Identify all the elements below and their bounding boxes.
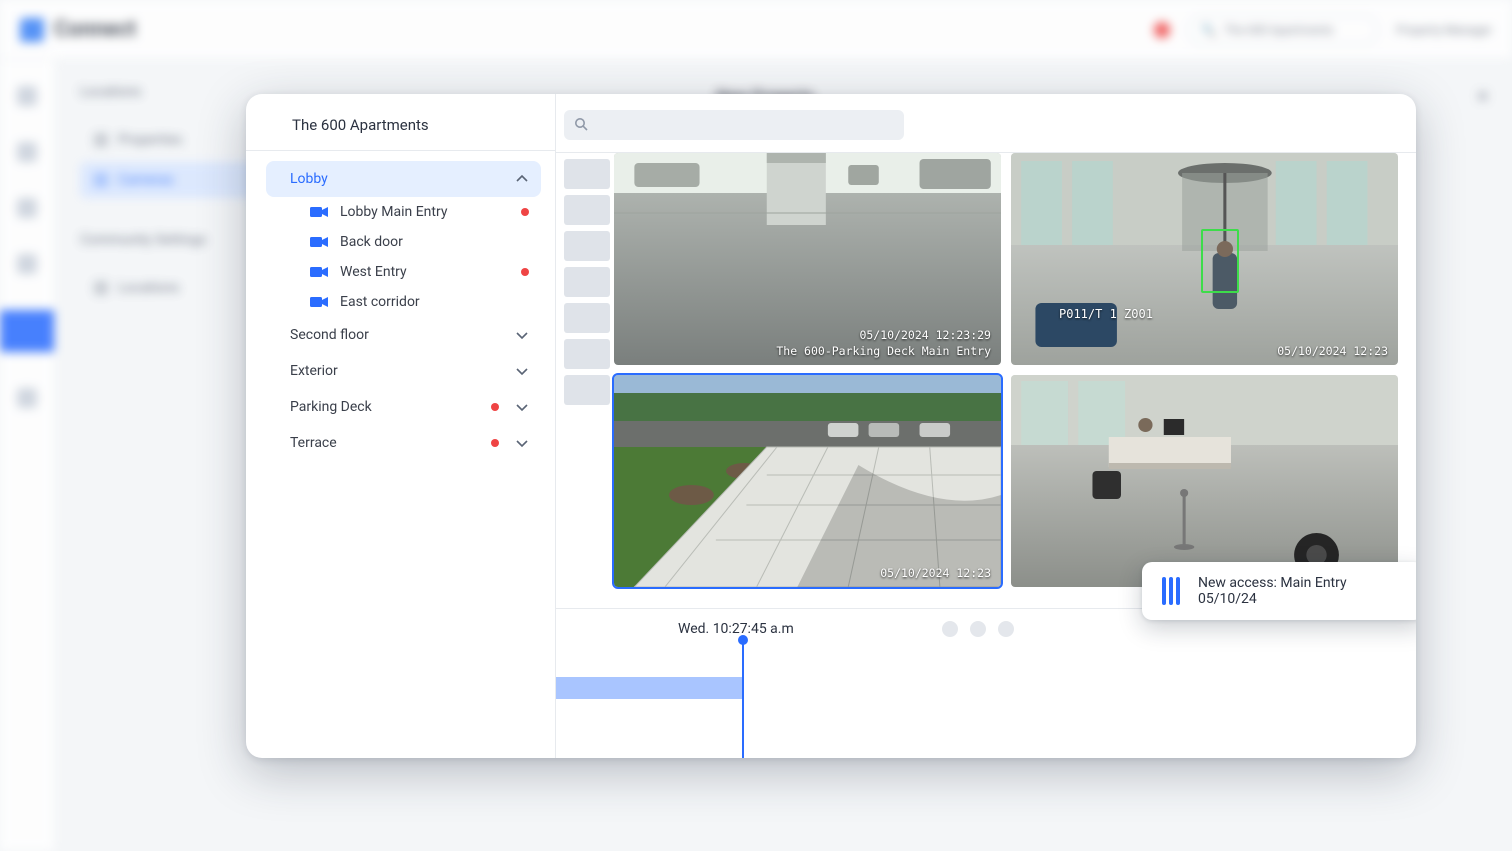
search-icon (574, 116, 588, 135)
feed-overlay: 05/10/2024 12:23:29 The 600-Parking Deck… (776, 327, 991, 359)
group-label: Terrace (290, 435, 337, 451)
timeline-control-button[interactable] (998, 621, 1014, 637)
chevron-up-icon (515, 172, 529, 186)
side-row-label: Cameras (118, 172, 174, 188)
feed-tile-lobby-desk[interactable] (1011, 375, 1398, 587)
timeline-control-button[interactable] (970, 621, 986, 637)
global-search[interactable]: 🔍 The 600 Apartments (1188, 15, 1378, 45)
camera-label: Lobby Main Entry (340, 204, 447, 220)
chevron-down-icon (515, 328, 529, 342)
timeline-control-button[interactable] (942, 621, 958, 637)
thumbnail[interactable] (564, 195, 610, 225)
brand-name: Connect (54, 17, 136, 42)
side-row-label: Properties (118, 132, 182, 148)
building-icon (94, 133, 108, 147)
camera-label: West Entry (340, 264, 407, 280)
thumbnail[interactable] (564, 375, 610, 405)
group-label: Second floor (290, 327, 369, 343)
feed-tile-main-entry-walk[interactable]: 05/10/2024 12:23 (614, 375, 1001, 587)
group-terrace[interactable]: Terrace (266, 425, 541, 461)
search-icon: 🔍 (1201, 23, 1216, 37)
feed-overlay: 05/10/2024 12:23 (880, 565, 991, 581)
close-icon[interactable]: ✕ (1476, 87, 1492, 103)
rail-item-2[interactable] (17, 142, 37, 162)
alert-dot-icon (491, 439, 499, 447)
camera-icon (310, 295, 328, 309)
group-label: Exterior (290, 363, 338, 379)
group-second-floor[interactable]: Second floor (266, 317, 541, 353)
feeds-panel: 05/10/2024 12:23:29 The 600-Parking Deck… (556, 94, 1416, 758)
timeline-track[interactable] (556, 677, 1416, 699)
brand-logo: Connect (20, 17, 136, 42)
feed-tile-lobby-revolving[interactable]: P011/T 1 Z001 05/10/2024 12:23 (1011, 153, 1398, 365)
rail-item-6[interactable] (17, 388, 37, 408)
feed-timestamp: 05/10/2024 12:23 (1277, 343, 1388, 359)
alert-dot-icon (491, 403, 499, 411)
camera-icon (310, 235, 328, 249)
rail-item-active[interactable] (0, 310, 54, 352)
notification-dot-icon[interactable] (1154, 22, 1170, 38)
alert-dot-icon (521, 268, 529, 276)
access-icon (1160, 577, 1184, 605)
thumbnail[interactable] (564, 159, 610, 189)
rail-item-4[interactable] (17, 254, 37, 274)
camera-lobby-main-entry[interactable]: Lobby Main Entry (266, 197, 541, 227)
thumbnail-strip (556, 153, 612, 608)
timeline[interactable]: Wed. 10:27:45 a.m (556, 608, 1416, 758)
timeline-playhead[interactable] (742, 639, 744, 758)
camera-icon (310, 265, 328, 279)
group-label: Parking Deck (290, 399, 372, 415)
timeline-segment (556, 677, 742, 699)
detection-box (1201, 229, 1239, 293)
rail-item-1[interactable] (17, 86, 37, 106)
thumbnail[interactable] (564, 339, 610, 369)
user-role[interactable]: Property Manager (1396, 23, 1492, 37)
camera-search-input[interactable] (596, 118, 894, 133)
thumbnail[interactable] (564, 267, 610, 297)
feed-timestamp: 05/10/2024 12:23:29 (776, 327, 991, 343)
camera-icon (310, 205, 328, 219)
camera-search[interactable] (564, 110, 904, 140)
feed-overlay: 05/10/2024 12:23 (1277, 343, 1388, 359)
group-exterior[interactable]: Exterior (266, 353, 541, 389)
group-lobby[interactable]: Lobby (266, 161, 541, 197)
camera-viewer-modal: The 600 Apartments Lobby Lobby Main Entr… (246, 94, 1416, 758)
access-toast[interactable]: New access: Main Entry 05/10/24 (1142, 562, 1416, 620)
camera-grid: 05/10/2024 12:23:29 The 600-Parking Deck… (614, 153, 1398, 587)
feed-overlay-mid: P011/T 1 Z001 (1059, 307, 1153, 321)
thumbnail[interactable] (564, 303, 610, 333)
nav-rail (0, 60, 54, 851)
chevron-down-icon (515, 400, 529, 414)
group-label: Lobby (290, 171, 328, 187)
feed-caption: The 600-Parking Deck Main Entry (776, 343, 991, 359)
group-parking-deck[interactable]: Parking Deck (266, 389, 541, 425)
camera-tree: Lobby Lobby Main Entry Back door (246, 151, 555, 471)
side-row-label: Locations (118, 280, 179, 296)
feed-timestamp: 05/10/2024 12:23 (880, 565, 991, 581)
chevron-down-icon (515, 364, 529, 378)
toast-text: New access: Main Entry 05/10/24 (1198, 575, 1406, 607)
chevron-down-icon (515, 436, 529, 450)
camera-tree-panel: The 600 Apartments Lobby Lobby Main Entr… (246, 94, 556, 758)
camera-label: East corridor (340, 294, 420, 310)
thumbnail[interactable] (564, 231, 610, 261)
camera-back-door[interactable]: Back door (266, 227, 541, 257)
feed-tile-parking-deck[interactable]: 05/10/2024 12:23:29 The 600-Parking Deck… (614, 153, 1001, 365)
camera-label: Back door (340, 234, 403, 250)
camera-east-corridor[interactable]: East corridor (266, 287, 541, 317)
property-name: The 600 Apartments (246, 94, 555, 151)
global-search-text: The 600 Apartments (1224, 23, 1333, 37)
brand-mark-icon (20, 18, 44, 42)
camera-icon (94, 173, 108, 187)
timeline-controls (942, 621, 1014, 637)
top-bar: Connect 🔍 The 600 Apartments Property Ma… (0, 0, 1512, 60)
rail-item-3[interactable] (17, 198, 37, 218)
alert-dot-icon (521, 208, 529, 216)
camera-west-entry[interactable]: West Entry (266, 257, 541, 287)
pin-icon (94, 281, 108, 295)
timeline-timestamp: Wed. 10:27:45 a.m (678, 621, 794, 637)
